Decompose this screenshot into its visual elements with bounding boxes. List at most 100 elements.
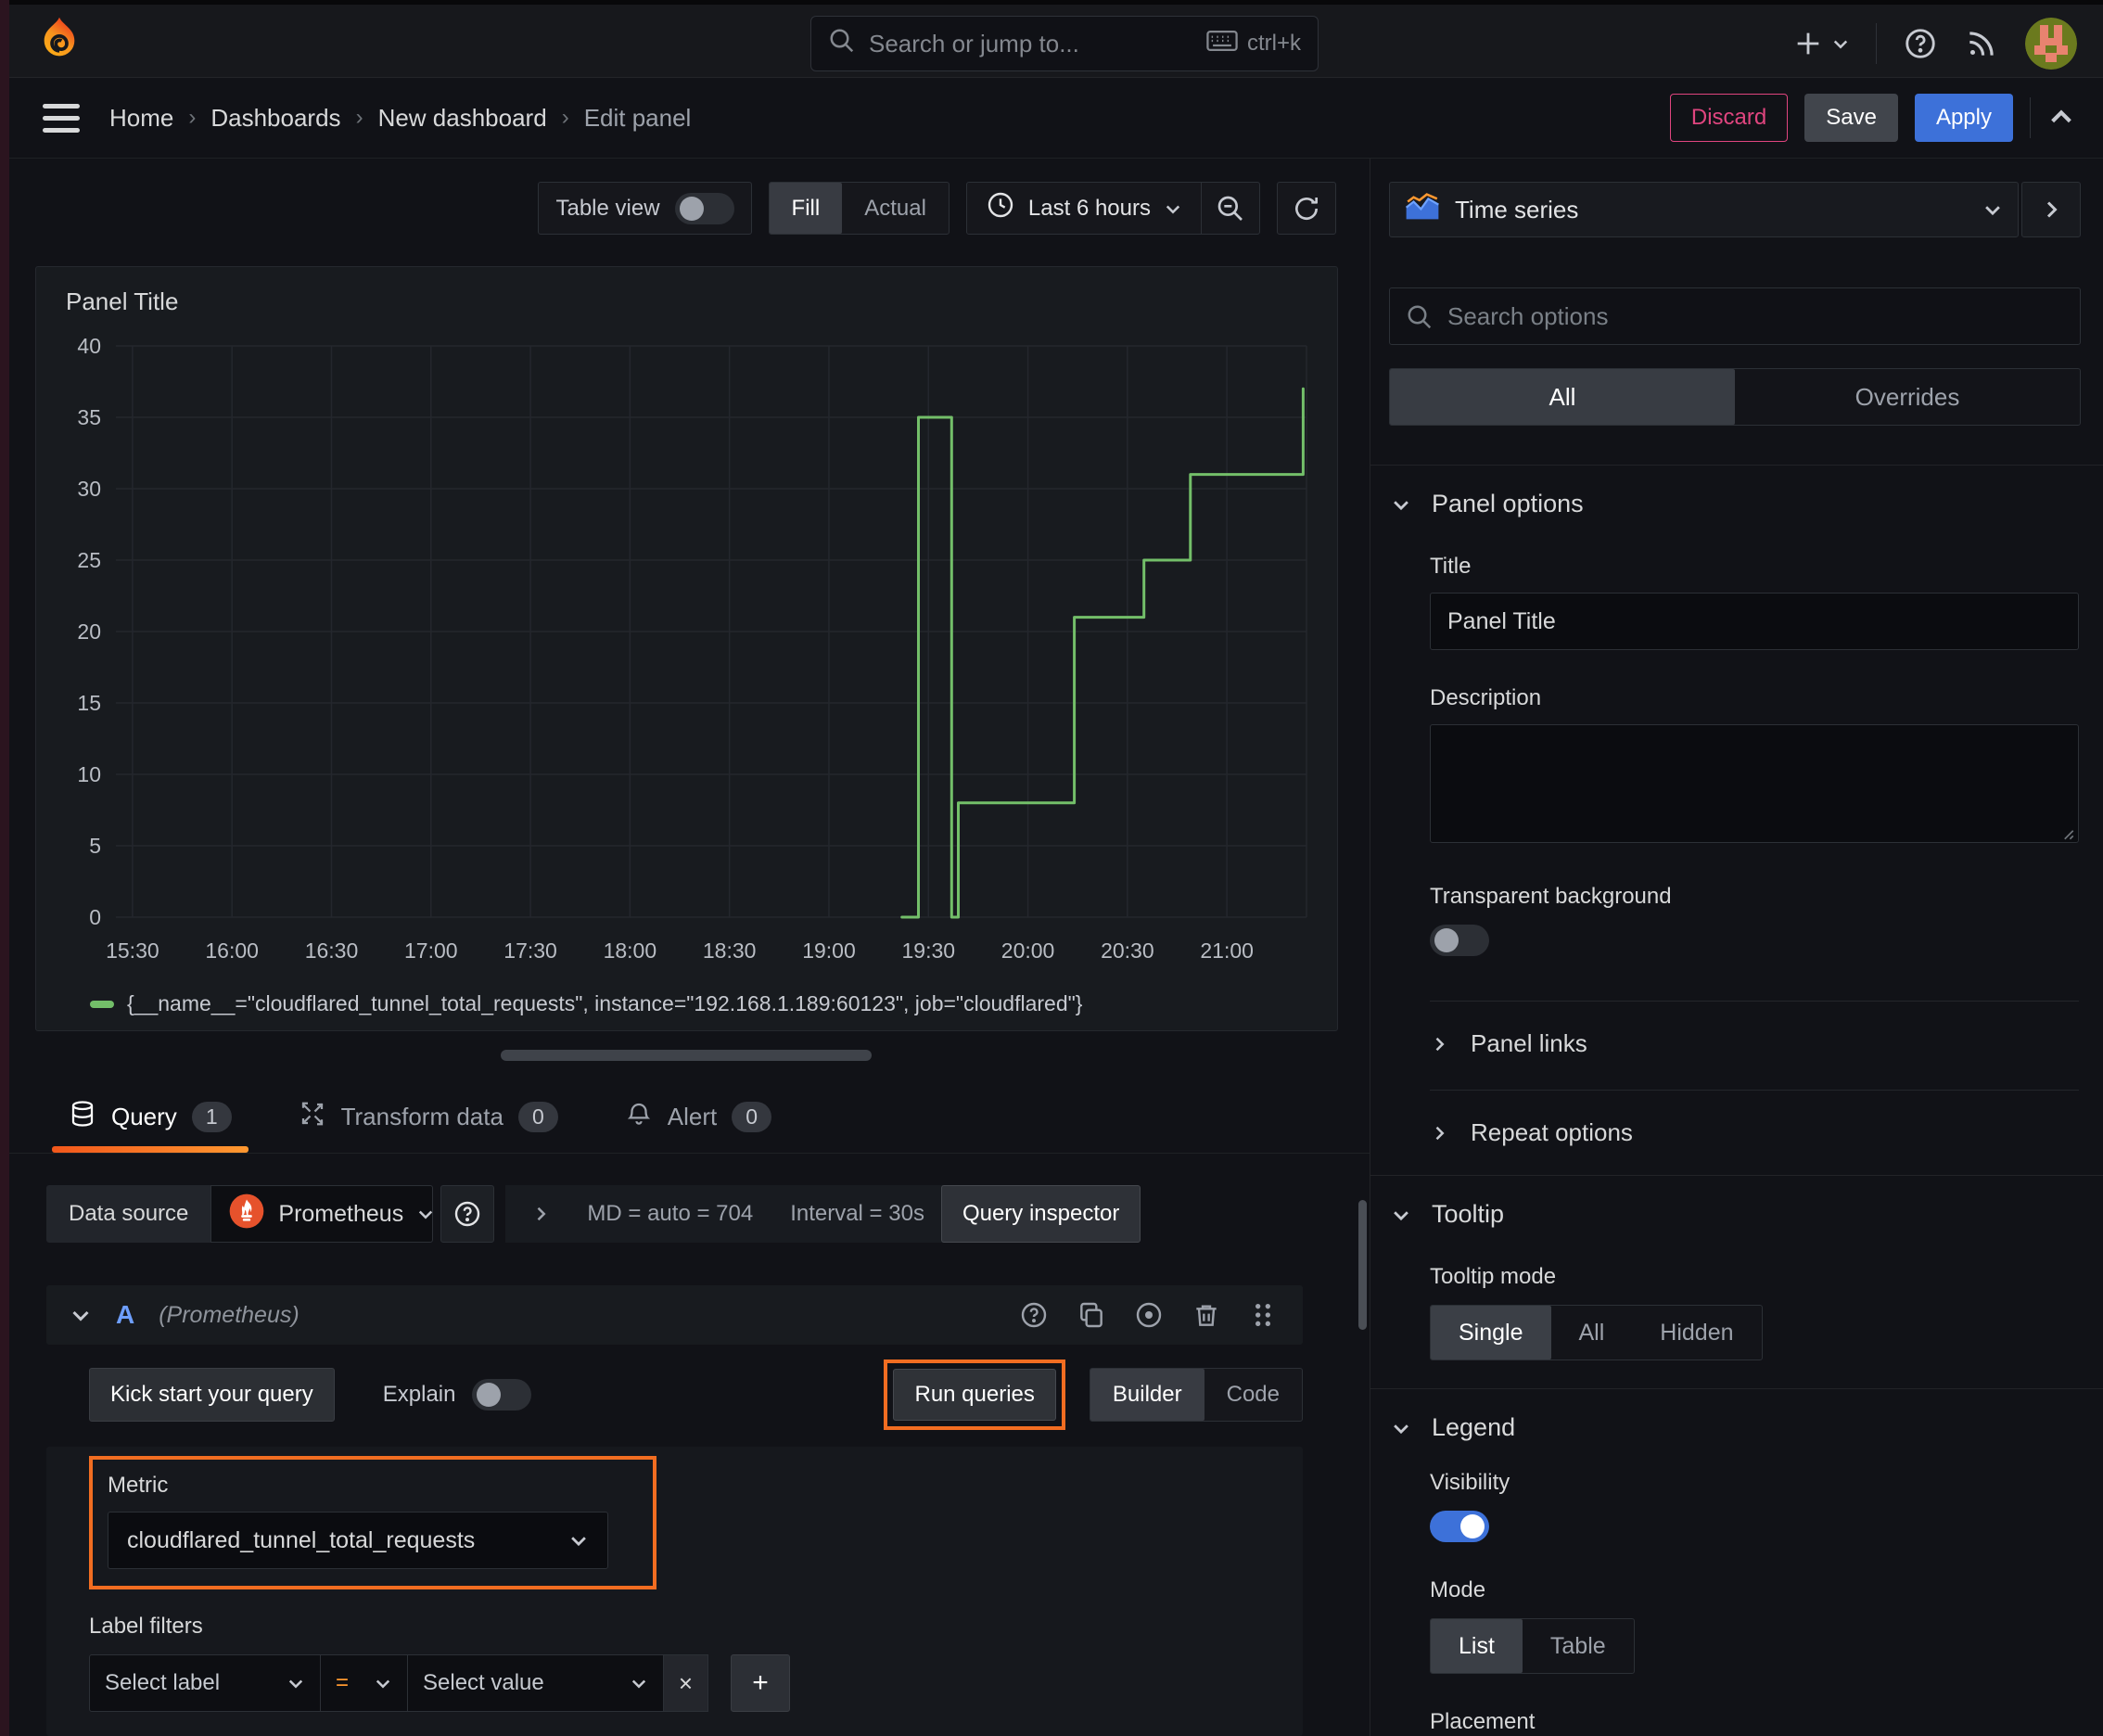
user-avatar[interactable] bbox=[2025, 18, 2077, 70]
clock-icon bbox=[986, 190, 1015, 226]
scrollbar-thumb[interactable] bbox=[1358, 1200, 1367, 1330]
options-search bbox=[1389, 287, 2081, 345]
builder-option[interactable]: Builder bbox=[1090, 1369, 1204, 1421]
top-actions bbox=[1792, 18, 2077, 70]
breadcrumb-home[interactable]: Home bbox=[109, 104, 173, 133]
chevron-down-icon bbox=[1394, 500, 1408, 510]
panel-options-header[interactable]: Panel options bbox=[1391, 490, 2079, 518]
panel-title-input[interactable] bbox=[1430, 593, 2079, 650]
max-data-points: MD = auto = 704 bbox=[587, 1201, 754, 1226]
time-series-chart: 0 5 10 15 20 25 30 35 40 15:30 16:00 16:30 17:00 17:3… bbox=[77, 334, 1307, 963]
panel-links-row[interactable]: Panel links bbox=[1430, 1001, 2079, 1058]
repeat-options-row[interactable]: Repeat options bbox=[1430, 1090, 2079, 1147]
news-rss-icon[interactable] bbox=[1964, 26, 1999, 61]
transparent-bg-toggle[interactable] bbox=[1430, 925, 1489, 956]
chart-legend[interactable]: {__name__="cloudflared_tunnel_total_requ… bbox=[90, 991, 1313, 1016]
svg-text:18:00: 18:00 bbox=[604, 938, 657, 963]
panel-title: Panel Title bbox=[66, 287, 179, 316]
resize-handle-icon[interactable] bbox=[2058, 824, 2075, 841]
legend-visibility-toggle[interactable] bbox=[1430, 1511, 1489, 1542]
hide-response-eye-icon[interactable] bbox=[1134, 1300, 1164, 1330]
legend-header[interactable]: Legend bbox=[1391, 1413, 2079, 1442]
title-label: Title bbox=[1430, 554, 1472, 579]
query-row-actions bbox=[1019, 1300, 1277, 1330]
tooltip-mode-all[interactable]: All bbox=[1551, 1306, 1633, 1359]
collapse-up-icon[interactable] bbox=[2047, 104, 2075, 132]
svg-text:16:30: 16:30 bbox=[305, 938, 359, 963]
global-search-input[interactable]: Search or jump to... ctrl+k bbox=[810, 16, 1319, 71]
label-filters-label: Label filters bbox=[89, 1614, 203, 1639]
query-inspector-button[interactable]: Query inspector bbox=[940, 1185, 1141, 1243]
toggle-viz-picker-icon[interactable] bbox=[2021, 182, 2081, 237]
metric-select[interactable]: cloudflared_tunnel_total_requests bbox=[108, 1512, 608, 1569]
operator-dropdown[interactable]: = bbox=[321, 1654, 408, 1712]
legend-mode-table[interactable]: Table bbox=[1523, 1619, 1634, 1673]
tab-query[interactable]: Query 1 bbox=[52, 1087, 249, 1153]
zoom-out-time-icon[interactable] bbox=[1202, 183, 1259, 234]
divider bbox=[1876, 23, 1877, 64]
select-label-dropdown[interactable]: Select label bbox=[89, 1654, 321, 1712]
kick-start-button[interactable]: Kick start your query bbox=[89, 1368, 335, 1422]
chevron-down-icon bbox=[1394, 1423, 1408, 1434]
query-count-badge: 1 bbox=[191, 1102, 232, 1132]
query-help-icon[interactable] bbox=[1019, 1300, 1049, 1330]
help-icon[interactable] bbox=[1903, 26, 1938, 61]
transform-count-badge: 0 bbox=[517, 1102, 558, 1132]
table-view-toggle[interactable] bbox=[674, 192, 734, 224]
refresh-icon[interactable] bbox=[1278, 183, 1335, 234]
apply-button[interactable]: Apply bbox=[1914, 94, 2013, 142]
breadcrumb-new-dashboard[interactable]: New dashboard bbox=[378, 104, 547, 133]
search-placeholder: Search or jump to... bbox=[869, 29, 1079, 57]
options-search-input[interactable] bbox=[1389, 287, 2081, 345]
top-bar: Search or jump to... ctrl+k bbox=[0, 0, 2103, 78]
svg-text:18:30: 18:30 bbox=[703, 938, 757, 963]
discard-button[interactable]: Discard bbox=[1669, 94, 1789, 142]
menu-toggle-icon[interactable] bbox=[43, 103, 80, 133]
panel-resize-handle[interactable] bbox=[501, 1049, 872, 1061]
new-add-button[interactable] bbox=[1792, 28, 1850, 59]
datasource-picker[interactable]: Prometheus bbox=[210, 1185, 434, 1243]
delete-query-trash-icon[interactable] bbox=[1192, 1300, 1221, 1330]
tab-alert[interactable]: Alert 0 bbox=[621, 1087, 775, 1153]
chevron-down-icon[interactable] bbox=[70, 1304, 92, 1326]
query-row-a: A (Prometheus) Kick start your query Exp… bbox=[46, 1285, 1303, 1736]
chevron-right-icon[interactable] bbox=[531, 1205, 550, 1223]
grafana-logo-icon[interactable] bbox=[33, 14, 85, 68]
database-icon bbox=[69, 1100, 96, 1134]
code-option[interactable]: Code bbox=[1204, 1369, 1302, 1421]
query-row-header[interactable]: A (Prometheus) bbox=[46, 1285, 1303, 1345]
query-builder-body: Metric cloudflared_tunnel_total_requests… bbox=[46, 1447, 1303, 1736]
add-filter-icon[interactable]: + bbox=[731, 1654, 790, 1712]
select-value-dropdown[interactable]: Select value bbox=[408, 1654, 664, 1712]
tab-overrides[interactable]: Overrides bbox=[1735, 369, 2080, 425]
datasource-help-icon[interactable] bbox=[440, 1185, 495, 1243]
visualization-picker[interactable]: Time series bbox=[1389, 182, 2019, 237]
svg-text:10: 10 bbox=[77, 762, 101, 786]
save-button[interactable]: Save bbox=[1804, 94, 1898, 142]
legend-mode-list[interactable]: List bbox=[1431, 1619, 1523, 1673]
query-datasource-hint: (Prometheus) bbox=[159, 1301, 300, 1328]
prometheus-icon bbox=[228, 1193, 265, 1235]
chevron-down-icon bbox=[1394, 1210, 1408, 1220]
tab-transform-data[interactable]: Transform data 0 bbox=[295, 1087, 562, 1153]
breadcrumb-dashboards[interactable]: Dashboards bbox=[210, 104, 340, 133]
drag-handle-icon[interactable] bbox=[1249, 1300, 1277, 1330]
interval: Interval = 30s bbox=[790, 1201, 924, 1226]
explain-label: Explain bbox=[382, 1382, 456, 1407]
tooltip-header[interactable]: Tooltip bbox=[1391, 1200, 2079, 1229]
fill-option[interactable]: Fill bbox=[769, 183, 843, 235]
time-range-picker[interactable]: Last 6 hours bbox=[967, 183, 1201, 234]
tooltip-mode-single[interactable]: Single bbox=[1431, 1306, 1551, 1359]
svg-text:17:00: 17:00 bbox=[404, 938, 458, 963]
duplicate-query-icon[interactable] bbox=[1077, 1300, 1106, 1330]
chevron-right-icon bbox=[1435, 1037, 1445, 1051]
explain-toggle[interactable] bbox=[472, 1379, 532, 1410]
remove-filter-icon[interactable]: × bbox=[664, 1654, 708, 1712]
run-queries-button[interactable]: Run queries bbox=[893, 1369, 1056, 1421]
legend-mode-label: Mode bbox=[1430, 1577, 1486, 1602]
description-textarea[interactable] bbox=[1430, 724, 2079, 843]
tab-all[interactable]: All bbox=[1390, 369, 1735, 425]
actual-option[interactable]: Actual bbox=[842, 183, 949, 234]
tooltip-mode-hidden[interactable]: Hidden bbox=[1632, 1306, 1761, 1359]
bell-icon bbox=[625, 1100, 653, 1134]
